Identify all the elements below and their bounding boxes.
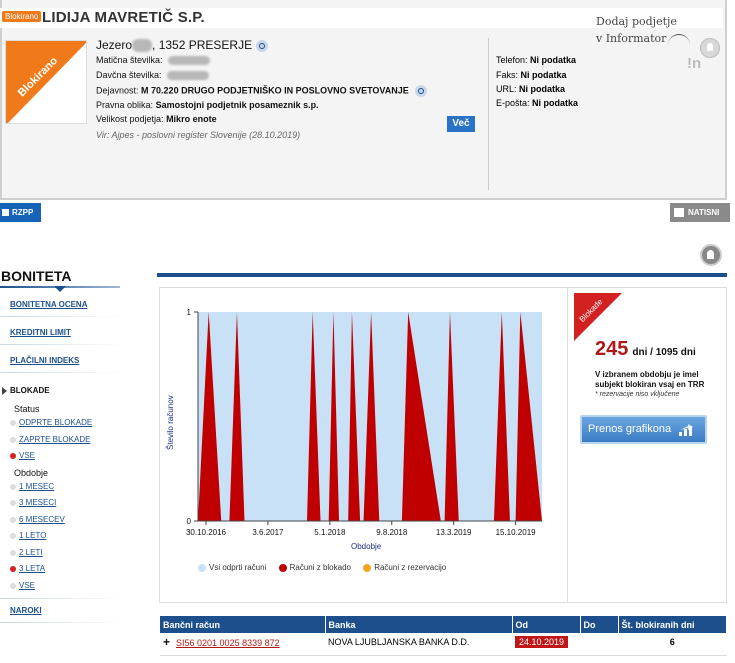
y-tick-label-0: 0 bbox=[187, 517, 192, 526]
legend-item-blocked[interactable]: Računi z blokado bbox=[278, 563, 351, 572]
blocked-days-summary: 245 dni / 1095 dni bbox=[595, 338, 696, 361]
bank-cell: NOVA LJUBLJANSKA BANKA D.D. bbox=[325, 633, 512, 651]
table-row: + SI56 0201 0025 8339 872 NOVA LJUBLJANSK… bbox=[160, 633, 727, 651]
from-date: 24.10.2019 bbox=[515, 636, 569, 648]
account-cell[interactable]: + SI56 0201 0025 8339 872 bbox=[160, 633, 325, 651]
blockade-table: Bančni račun Banka Od Do Št. blokiranih … bbox=[160, 616, 727, 651]
col-header-bank[interactable]: Banka bbox=[325, 616, 513, 633]
legend-item-reserved[interactable]: Računi z rezervacijo bbox=[363, 563, 446, 572]
chart-legend: Vsi odprti računi Računi z blokado Račun… bbox=[198, 563, 456, 572]
summary-note: V izbranem obdobju je imel subjekt bloki… bbox=[595, 370, 705, 389]
x-tick-label-3: 9.8.2018 bbox=[376, 528, 408, 537]
col-header-account[interactable]: Bančni račun bbox=[160, 616, 326, 633]
col-header-blocked-days[interactable]: Št. blokiranih dni bbox=[618, 616, 727, 633]
col-header-to[interactable]: Do bbox=[580, 616, 619, 633]
y-tick-label-1: 1 bbox=[187, 308, 192, 317]
table-bottom-border bbox=[160, 655, 727, 656]
x-tick-label-0: 30.10.2016 bbox=[186, 528, 227, 537]
chart-export-icon bbox=[679, 424, 693, 436]
x-tick-label-2: 5.1.2018 bbox=[314, 528, 346, 537]
y-axis-label: Število računov bbox=[166, 395, 175, 450]
legend-dot-icon bbox=[198, 563, 206, 572]
download-chart-button[interactable]: Prenos grafikona bbox=[580, 415, 707, 444]
x-tick-label-4: 13.3.2019 bbox=[436, 528, 472, 537]
account-link[interactable]: SI56 0201 0025 8339 872 bbox=[176, 638, 280, 648]
x-tick-label-1: 3.6.2017 bbox=[252, 528, 284, 537]
x-tick-label-5: 15.10.2019 bbox=[496, 528, 537, 537]
legend-item-open[interactable]: Vsi odprti računi bbox=[198, 563, 266, 572]
blocked-days-total: dni / 1095 dni bbox=[632, 347, 696, 358]
from-cell: 24.10.2019 bbox=[512, 633, 580, 651]
x-axis-label: Obdobje bbox=[351, 542, 382, 551]
legend-dot-icon bbox=[363, 563, 372, 572]
legend-dot-icon bbox=[278, 563, 287, 572]
expand-plus-icon[interactable]: + bbox=[163, 635, 170, 649]
blocked-days-count: 245 bbox=[595, 338, 629, 360]
blocked-days-cell: 6 bbox=[618, 633, 727, 651]
col-header-from[interactable]: Od bbox=[512, 616, 581, 633]
download-chart-label: Prenos grafikona bbox=[588, 423, 672, 435]
to-cell bbox=[580, 633, 618, 651]
summary-footnote: * rezervacije niso vključene bbox=[595, 391, 680, 398]
